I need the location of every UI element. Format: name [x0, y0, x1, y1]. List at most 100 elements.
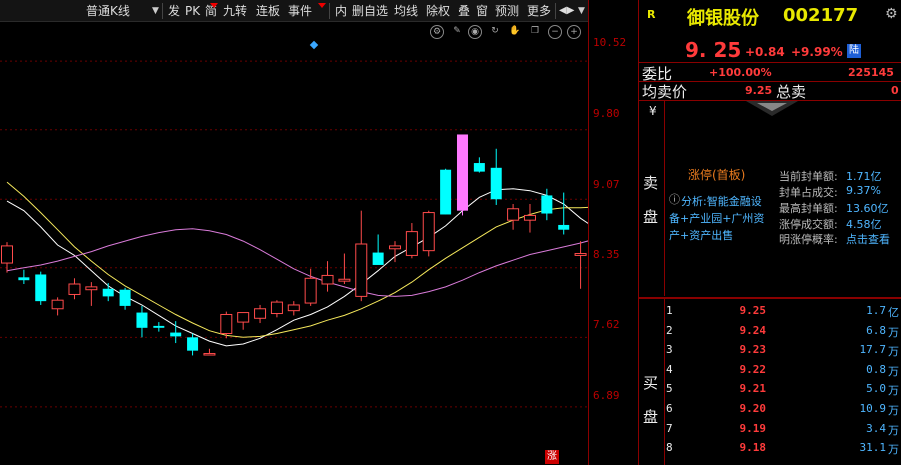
candle-body	[490, 167, 502, 200]
bid-unit: 万	[888, 384, 899, 398]
copy-icon[interactable]: ❐	[528, 25, 542, 39]
yen-icon: ¥	[649, 104, 657, 118]
candle-body	[270, 301, 283, 315]
candle-body	[574, 253, 587, 256]
tool-pk[interactable]: PK	[185, 2, 200, 20]
candle-body	[187, 337, 199, 351]
y-tick-label: 10.52	[593, 36, 627, 49]
tool-forecast[interactable]: 预测	[495, 2, 519, 20]
tool-ma[interactable]: 均线	[394, 2, 418, 20]
candle	[287, 301, 300, 316]
candle-body	[338, 278, 351, 282]
last-price: 9. 25	[685, 38, 742, 62]
stock-code: 002177	[783, 5, 859, 26]
price-change: +0.84	[745, 45, 785, 59]
tool-inner[interactable]: 内	[335, 2, 347, 20]
candle	[405, 223, 418, 259]
logo-icon: R	[647, 8, 656, 21]
bid-unit: 亿	[888, 306, 899, 319]
refresh-icon[interactable]: ↻	[488, 25, 502, 39]
tool-exright[interactable]: 除权	[426, 2, 450, 20]
limit-up-title: 涨停(首板)	[688, 168, 746, 182]
tool-events[interactable]: 事件	[288, 2, 312, 20]
buy-side-label: 盘	[643, 408, 659, 426]
bid-volume: 1.7	[866, 304, 886, 317]
bid-price: 9.23	[739, 343, 767, 357]
bid-price: 9.22	[739, 362, 767, 376]
settings-icon[interactable]: ⚙	[430, 25, 444, 39]
total-sell-label: 总卖	[776, 83, 807, 101]
candle	[558, 192, 570, 235]
candle	[541, 188, 553, 221]
candle-body	[355, 243, 368, 297]
draw-tool-icon[interactable]: ✎	[450, 25, 464, 39]
stat-value: 4.58亿	[846, 218, 882, 231]
expand-panel-icon[interactable]: ◀▶	[559, 2, 574, 20]
candle	[440, 168, 452, 215]
eye-icon[interactable]: ◉	[468, 25, 482, 39]
bid-volume: 5.0	[866, 382, 886, 396]
chevron-down-icon[interactable]: ▼	[578, 2, 585, 20]
signal-marker-icon	[309, 40, 319, 50]
tool-fa[interactable]: 发	[168, 2, 180, 20]
zoom-in-icon[interactable]: +	[567, 25, 581, 39]
total-sell-value: 0	[891, 84, 899, 97]
bid-volume: 31.1	[859, 441, 887, 455]
candle	[237, 312, 250, 330]
bid-unit: 万	[888, 345, 899, 359]
candle-body	[541, 195, 553, 214]
bid-volume: 3.4	[866, 421, 886, 435]
probability-link[interactable]: 点击查看	[846, 231, 890, 247]
bid-unit: 万	[888, 404, 899, 417]
divider	[329, 3, 330, 19]
bid-price: 9.25	[739, 304, 767, 317]
bid-level: 8	[666, 441, 673, 455]
candle-body	[119, 289, 131, 306]
bid-level: 4	[666, 362, 673, 376]
kline-chart[interactable]: ⚙ ✎ ◉ ↻ ✋ ❐ − +	[0, 22, 588, 465]
candle	[389, 241, 402, 263]
more-button[interactable]: 更多	[527, 2, 551, 20]
zoom-out-icon[interactable]: −	[548, 25, 562, 39]
tool-window[interactable]: 窗	[476, 2, 488, 20]
hand-icon[interactable]: ✋	[508, 25, 522, 39]
candle-body	[18, 277, 30, 281]
candle	[18, 269, 30, 284]
candle	[270, 300, 283, 318]
kline-type-select[interactable]: 普通K线	[86, 2, 130, 20]
candle	[51, 297, 64, 316]
tool-lianban[interactable]: 连板	[256, 2, 280, 20]
bid-unit: 万	[888, 443, 899, 457]
candle-body	[170, 332, 182, 337]
gear-icon[interactable]: ⚙	[885, 6, 898, 22]
market-tag: 陆	[847, 44, 861, 58]
tool-overlay[interactable]: 叠	[458, 2, 470, 20]
candle-body	[85, 286, 98, 291]
candle-series	[1, 134, 587, 356]
candle	[372, 234, 384, 265]
analysis-text[interactable]: 分析:智能金融设备+产业园+广州资产+资产出售	[669, 193, 769, 244]
candle-body	[372, 252, 384, 265]
bid-level: 6	[666, 402, 673, 415]
candle	[35, 271, 47, 305]
candle	[507, 204, 520, 230]
bid-price: 9.21	[739, 382, 767, 396]
bid-level: 2	[666, 323, 673, 337]
candle	[254, 304, 267, 324]
chart-toolbar: 普通K线 ▼ 发 PK 简 九转 连板 事件 内 删自选 均线 除权 叠 窗 预…	[0, 0, 588, 22]
weibi-volume: 225145	[848, 66, 894, 79]
candle-body	[68, 283, 81, 295]
candle-body	[523, 214, 536, 221]
divider	[664, 101, 665, 296]
bid-level: 1	[666, 304, 673, 317]
y-tick-label: 6.89	[593, 389, 620, 402]
tool-jiuzhuan[interactable]: 九转	[223, 2, 247, 20]
chevron-down-icon[interactable]: ▼	[152, 2, 159, 20]
candle	[338, 253, 351, 284]
candle-body	[153, 325, 165, 328]
remove-favorite-button[interactable]: 删自选	[352, 2, 388, 20]
chart-decor	[309, 40, 319, 50]
bid-volume: 0.8	[866, 362, 886, 376]
bid-volume: 10.9	[859, 402, 887, 415]
moving-average-lines	[6, 181, 588, 347]
